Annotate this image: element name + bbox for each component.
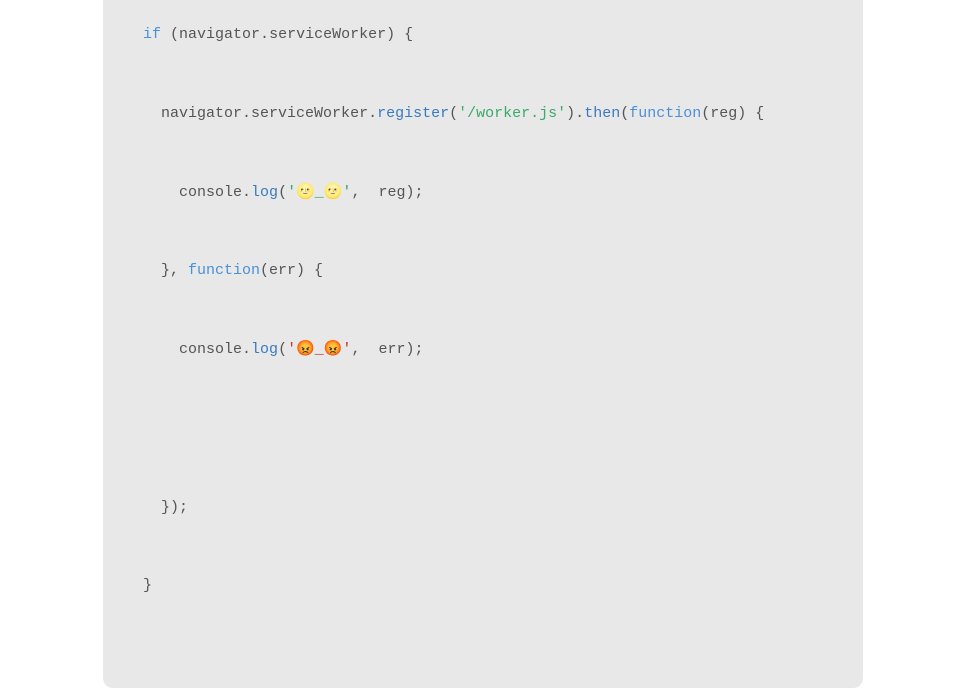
line-if: if (navigator.serviceWorker) { <box>143 22 823 48</box>
indent-5 <box>143 341 179 358</box>
worker-path-string: '/worker.js' <box>458 105 566 122</box>
log-comma-2: , err); <box>351 341 423 358</box>
log-open-1: ( <box>278 184 287 201</box>
line-close-if: } <box>143 573 823 599</box>
close-promise: }); <box>161 499 188 516</box>
log-method-2: log <box>251 341 278 358</box>
console-obj-1: console <box>179 184 242 201</box>
then-open-paren: ( <box>620 105 629 122</box>
indent-3 <box>143 184 179 201</box>
punc-open: ( <box>161 26 179 43</box>
indent-6 <box>143 499 161 516</box>
dot-4: . <box>575 105 584 122</box>
line-blank <box>143 416 823 442</box>
func-args-1: (reg) <box>701 105 746 122</box>
register-open: ( <box>449 105 458 122</box>
register-method: register <box>377 105 449 122</box>
close-if-brace: } <box>143 577 152 594</box>
service-worker-prop-1: serviceWorker <box>269 26 386 43</box>
log-open-2: ( <box>278 341 287 358</box>
keyword-if: if <box>143 26 161 43</box>
punc-close: ) <box>386 26 395 43</box>
dot-2: . <box>242 105 251 122</box>
line-close-then: }, function(err) { <box>143 258 823 284</box>
console-obj-2: console <box>179 341 242 358</box>
emoji-err-string: '😡_😡' <box>287 341 351 358</box>
func-brace-2: { <box>305 262 323 279</box>
emoji-ok-string: '🌝_🌝' <box>287 184 351 201</box>
brace-if-open: { <box>395 26 413 43</box>
func-args-2: (err) <box>260 262 305 279</box>
func-brace-1: { <box>746 105 764 122</box>
then-method: then <box>584 105 620 122</box>
dot-1: . <box>260 26 269 43</box>
line-register: navigator.serviceWorker.register('/worke… <box>143 101 823 127</box>
log-method-1: log <box>251 184 278 201</box>
dot-5: . <box>242 184 251 201</box>
navigator-obj-1: navigator <box>179 26 260 43</box>
register-close: ) <box>566 105 575 122</box>
line-console-err: console.log('😡_😡', err); <box>143 337 823 363</box>
indent-2 <box>143 105 161 122</box>
indent-4: }, <box>143 262 188 279</box>
code-card: // Install Service Worker if (navigator.… <box>103 0 863 688</box>
line-console-ok: console.log('🌝_🌝', reg); <box>143 180 823 206</box>
navigator-obj-2: navigator <box>161 105 242 122</box>
service-worker-prop-2: serviceWorker <box>251 105 368 122</box>
func-keyword-2: function <box>188 262 260 279</box>
log-comma-1: , reg); <box>351 184 423 201</box>
func-keyword-1: function <box>629 105 701 122</box>
dot-6: . <box>242 341 251 358</box>
dot-3: . <box>368 105 377 122</box>
code-block: // Install Service Worker if (navigator.… <box>143 0 823 652</box>
line-close-promise: }); <box>143 495 823 521</box>
